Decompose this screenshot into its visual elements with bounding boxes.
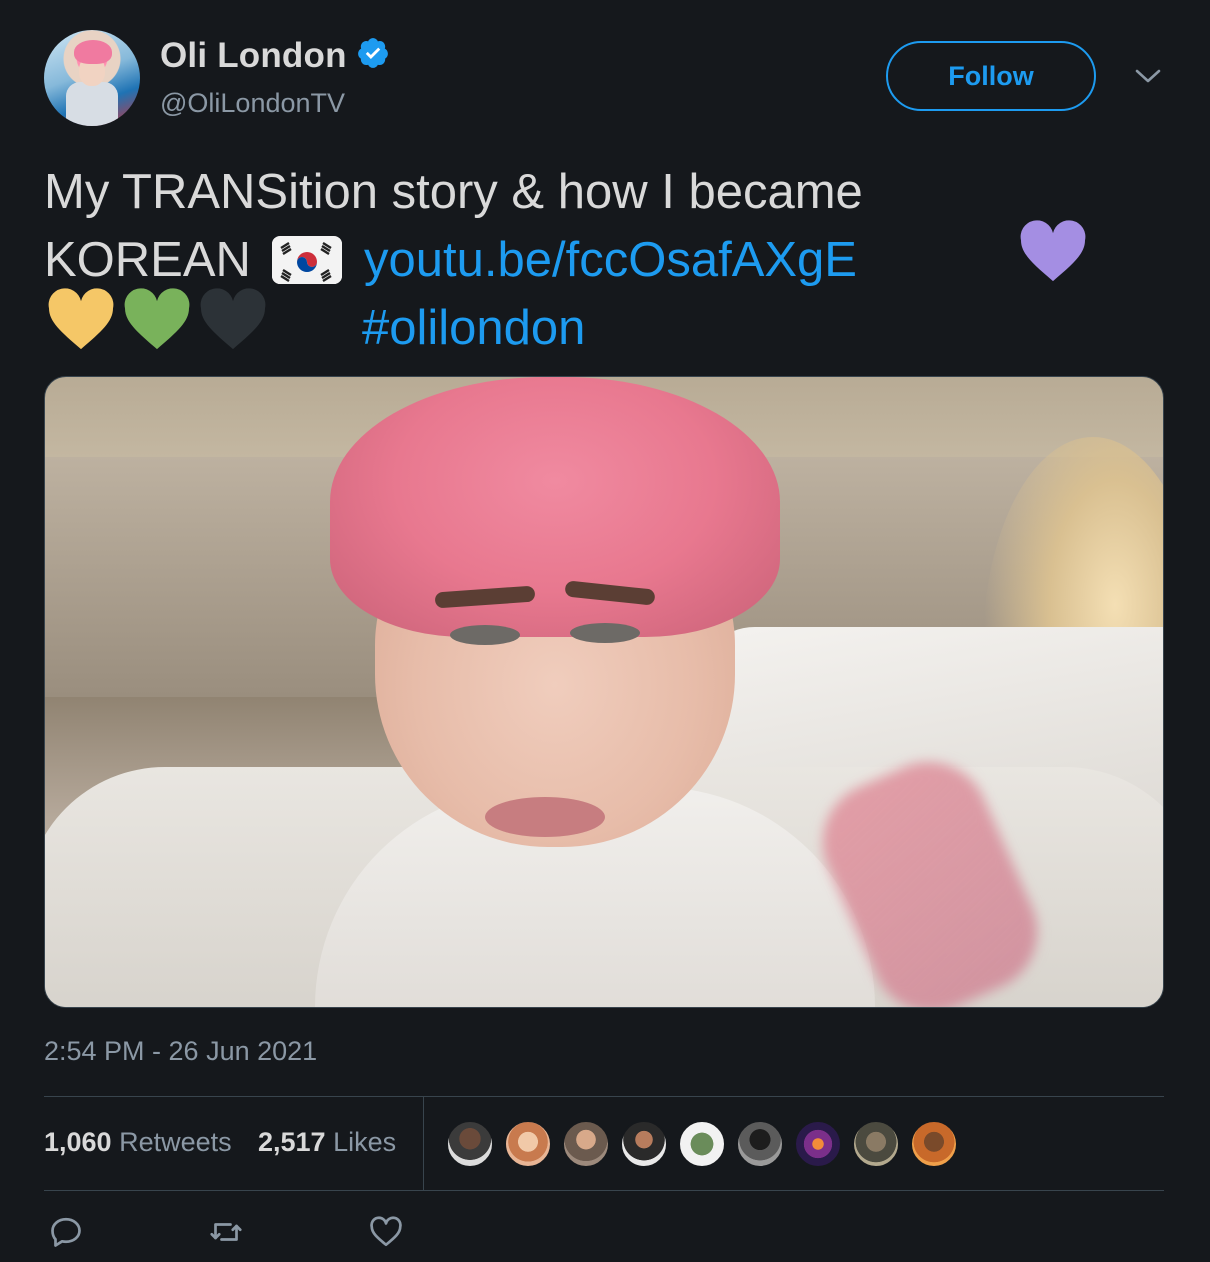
retweet-icon[interactable] <box>208 1214 244 1250</box>
like-icon[interactable] <box>368 1214 404 1250</box>
tweet-line-1: My TRANSition story & how I became <box>44 165 863 219</box>
author-handle[interactable]: @OliLondonTV <box>160 88 345 119</box>
retweets-stat[interactable]: 1,060 Retweets <box>44 1127 232 1158</box>
liker-avatar-1[interactable] <box>446 1120 494 1168</box>
author-avatar[interactable] <box>44 30 140 126</box>
liker-avatar-8[interactable] <box>852 1120 900 1168</box>
stats-divider-vertical <box>423 1097 424 1190</box>
tweet-media-image[interactable] <box>44 376 1164 1008</box>
tweet-timestamp[interactable]: 2:54 PM - 26 Jun 2021 <box>44 1036 317 1067</box>
tweet-line-2: KOREAN <box>44 226 251 294</box>
liker-avatar-4[interactable] <box>620 1120 668 1168</box>
liker-avatar-6[interactable] <box>736 1120 784 1168</box>
liker-avatar-9[interactable] <box>910 1120 958 1168</box>
retweets-count: 1,060 <box>44 1127 112 1157</box>
follow-button[interactable]: Follow <box>886 41 1096 111</box>
verified-badge-icon <box>358 38 388 68</box>
south-korea-flag-icon <box>272 236 342 284</box>
tweet-hashtag[interactable]: #olilondon <box>362 294 585 362</box>
stats-divider-top <box>44 1096 1164 1097</box>
liker-avatar-5[interactable] <box>678 1120 726 1168</box>
likes-stat[interactable]: 2,517 Likes <box>258 1127 396 1158</box>
author-name[interactable]: Oli London <box>160 36 347 76</box>
likes-count: 2,517 <box>258 1127 326 1157</box>
tweet-link[interactable]: youtu.be/fccOsafAXgE <box>364 226 857 294</box>
liker-avatar-3[interactable] <box>562 1120 610 1168</box>
liker-avatar-7[interactable] <box>794 1120 842 1168</box>
reply-icon[interactable] <box>48 1214 84 1250</box>
purple-heart-icon <box>1020 220 1086 282</box>
likes-label: Likes <box>333 1127 397 1157</box>
yellow-heart-icon <box>48 288 114 350</box>
tweet-word-korean: KOREAN <box>44 233 251 287</box>
green-heart-icon <box>124 288 190 350</box>
retweets-label: Retweets <box>119 1127 232 1157</box>
chevron-down-icon[interactable] <box>1134 66 1162 86</box>
black-heart-icon <box>200 288 266 350</box>
stats-divider-bottom <box>44 1190 1164 1191</box>
liker-avatar-2[interactable] <box>504 1120 552 1168</box>
